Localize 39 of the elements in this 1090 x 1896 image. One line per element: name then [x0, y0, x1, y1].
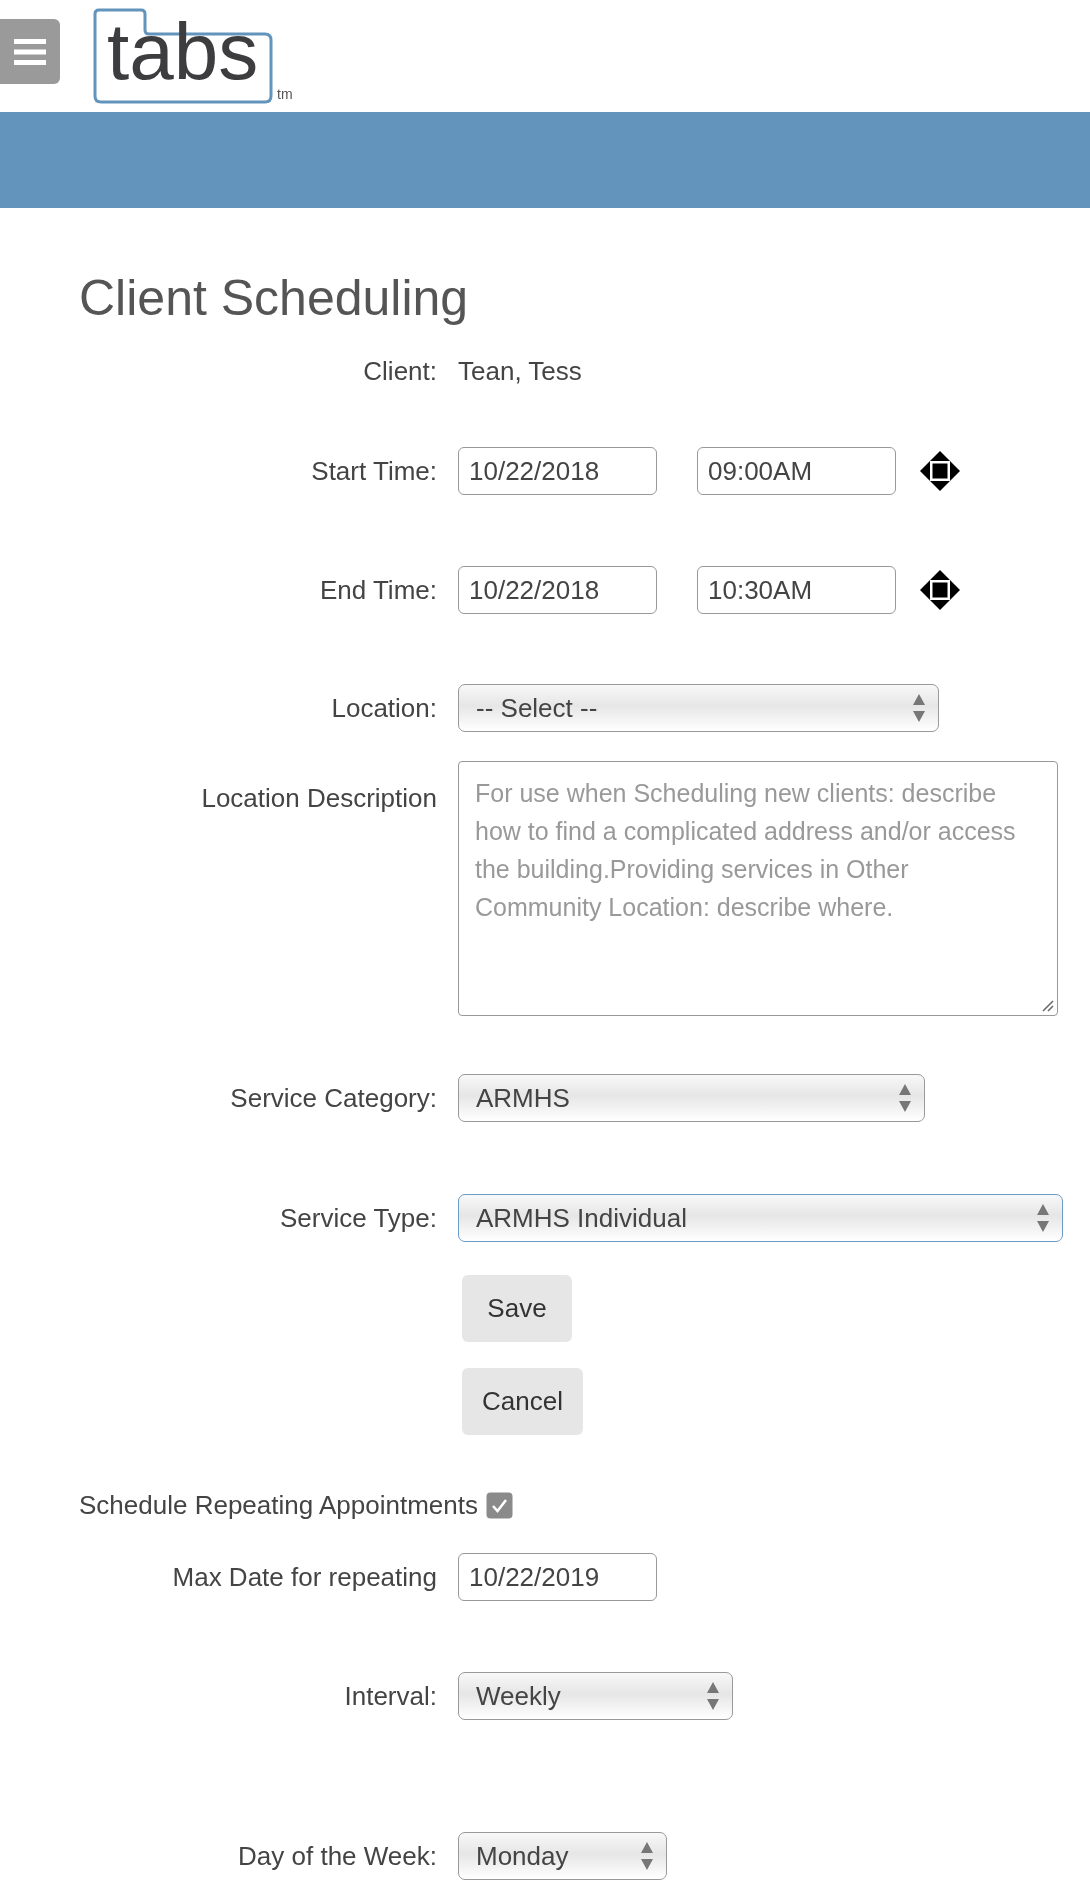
- resize-handle-icon[interactable]: [1040, 998, 1054, 1012]
- date-field[interactable]: 10/22/2018: [458, 566, 657, 614]
- field-label: End Time:: [319, 574, 438, 606]
- field-label: Start Time:: [311, 455, 438, 487]
- time-field[interactable]: 10:30AM: [697, 566, 896, 614]
- placeholder-text: For use when Scheduling new clients: describe how to find a complicated address and/or access the building.Providing services in Other Community Location: describe where.: [475, 778, 1017, 923]
- time-field[interactable]: 09:00AM: [697, 447, 896, 495]
- checkbox-label: Schedule Repeating Appointments: [79, 1489, 478, 1522]
- field-label: Location Description: [201, 782, 438, 814]
- menu-button[interactable]: [0, 19, 60, 84]
- move-icon[interactable]: [919, 450, 961, 492]
- trademark-text: tm: [277, 86, 293, 102]
- action-button[interactable]: Save: [462, 1275, 572, 1342]
- select-dropdown[interactable]: -- Select --: [458, 684, 939, 732]
- date-field[interactable]: 10/22/2018: [458, 447, 657, 495]
- client-name: Tean, Tess: [458, 355, 583, 388]
- field-label: Client:: [363, 355, 438, 387]
- select-dropdown[interactable]: ARMHS Individual: [458, 1194, 1063, 1242]
- up-down-arrow-icon: [640, 1841, 654, 1871]
- field-label: Location:: [331, 692, 438, 724]
- select-dropdown[interactable]: ARMHS: [458, 1074, 925, 1122]
- up-down-arrow-icon: [898, 1083, 912, 1113]
- action-button[interactable]: Cancel: [462, 1368, 583, 1435]
- field-label: Max Date for repeating: [172, 1561, 438, 1593]
- date-field[interactable]: 10/22/2019: [458, 1553, 657, 1601]
- select-dropdown[interactable]: Monday: [458, 1832, 667, 1880]
- field-label: Day of the Week:: [238, 1840, 438, 1872]
- logo: tabs: [93, 8, 273, 104]
- move-icon[interactable]: [919, 569, 961, 611]
- up-down-arrow-icon: [1036, 1203, 1050, 1233]
- menu-icon: [14, 38, 46, 65]
- up-down-arrow-icon: [912, 693, 926, 723]
- field-label: Interval:: [344, 1680, 438, 1712]
- up-down-arrow-icon: [706, 1681, 720, 1711]
- page-title: Client Scheduling: [79, 269, 470, 328]
- field-label: Service Category:: [230, 1082, 438, 1114]
- select-dropdown[interactable]: Weekly: [458, 1672, 733, 1720]
- field-label: Service Type:: [279, 1202, 438, 1234]
- checkbox[interactable]: [485, 1491, 513, 1519]
